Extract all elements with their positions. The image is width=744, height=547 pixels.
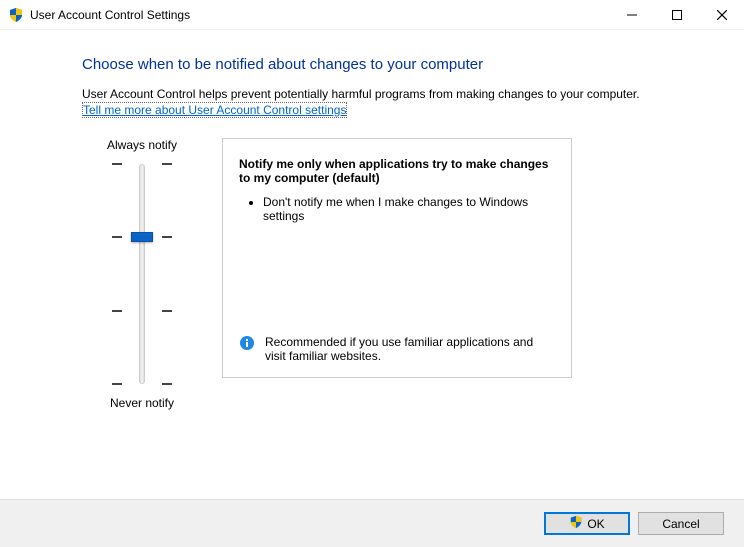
- ok-label: OK: [587, 517, 604, 531]
- close-button[interactable]: [699, 0, 744, 30]
- cancel-button[interactable]: Cancel: [638, 512, 724, 535]
- dialog-footer: OK Cancel: [0, 499, 744, 547]
- title-bar: User Account Control Settings: [0, 0, 744, 30]
- page-description: User Account Control helps prevent poten…: [82, 87, 714, 101]
- recommendation-text: Recommended if you use familiar applicat…: [265, 335, 555, 363]
- page-heading: Choose when to be notified about changes…: [82, 56, 714, 73]
- window-title: User Account Control Settings: [30, 8, 190, 22]
- slider-thumb[interactable]: [131, 232, 153, 242]
- notification-slider: Always notify Never notify: [82, 138, 202, 410]
- maximize-button[interactable]: [654, 0, 699, 30]
- level-info-panel: Notify me only when applications try to …: [222, 138, 572, 378]
- slider-bottom-label: Never notify: [110, 396, 174, 410]
- content-area: Choose when to be notified about changes…: [0, 30, 744, 410]
- slider-top-label: Always notify: [107, 138, 177, 152]
- shield-icon: [569, 515, 583, 532]
- learn-more-link[interactable]: Tell me more about User Account Control …: [82, 102, 347, 118]
- info-icon: [239, 335, 255, 354]
- shield-icon: [8, 7, 24, 23]
- level-bullet: Don't notify me when I make changes to W…: [263, 195, 555, 223]
- slider-track[interactable]: [112, 164, 172, 384]
- ok-button[interactable]: OK: [544, 512, 630, 535]
- minimize-button[interactable]: [609, 0, 654, 30]
- level-bullets: Don't notify me when I make changes to W…: [249, 195, 555, 227]
- cancel-label: Cancel: [662, 517, 699, 531]
- level-recommendation: Recommended if you use familiar applicat…: [239, 335, 555, 363]
- level-title: Notify me only when applications try to …: [239, 157, 555, 185]
